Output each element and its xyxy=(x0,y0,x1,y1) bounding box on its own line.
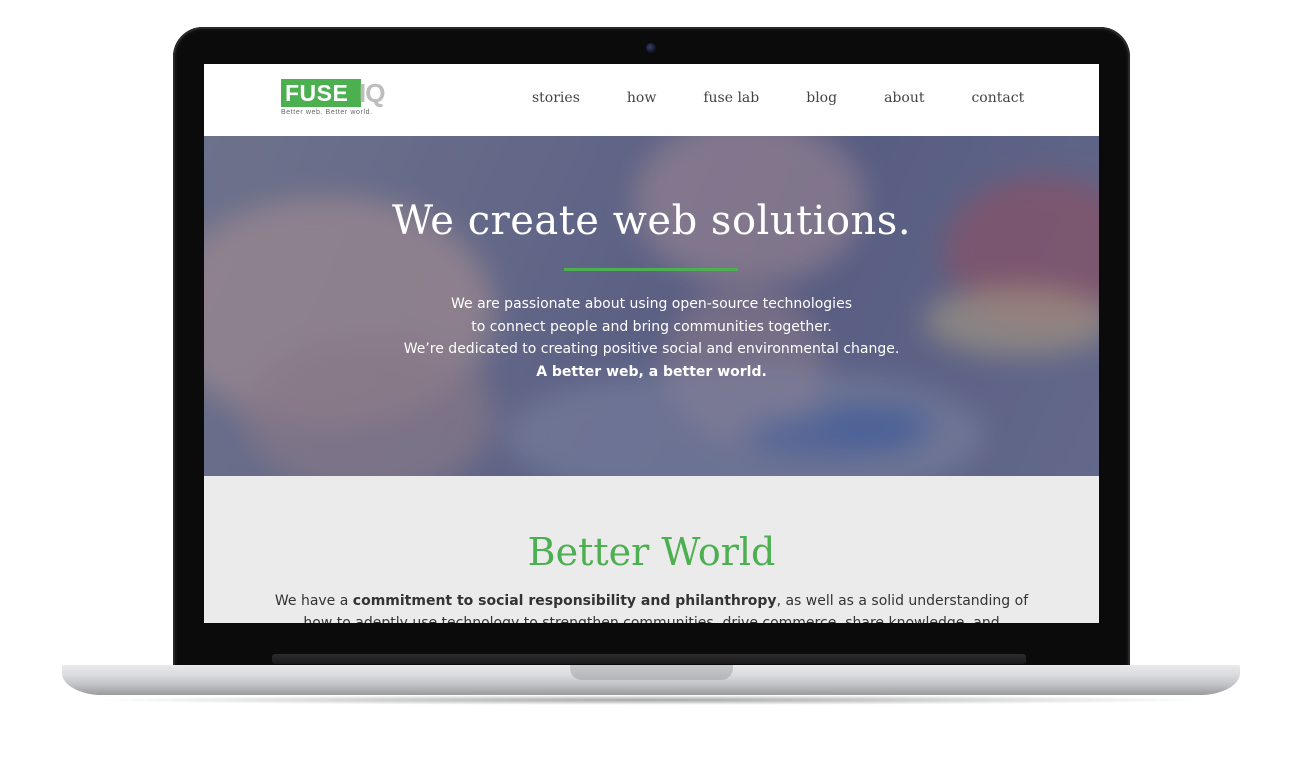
hero-line: to connect people and bring communities … xyxy=(471,318,832,335)
hero-line: We are passionate about using open-sourc… xyxy=(451,296,852,312)
hero-section: We create web solutions. We are passiona… xyxy=(204,136,1099,476)
body-text: We have a xyxy=(274,593,353,609)
section-body-line: We have a commitment to social responsib… xyxy=(204,590,1099,612)
nav-how[interactable]: how xyxy=(627,88,656,108)
logo-wordmark-fuse: FUSE xyxy=(285,80,349,106)
hero-title: We create web solutions. xyxy=(391,198,912,244)
section-body-line: how to adeptly use technology to strengt… xyxy=(303,615,1000,623)
better-world-section: Better World We have a commitment to soc… xyxy=(204,476,1099,623)
laptop-opening-notch xyxy=(570,665,733,680)
nav-stories[interactable]: stories xyxy=(532,88,580,108)
browser-viewport: FUSE IQ Better web. Better world. storie… xyxy=(204,64,1099,623)
body-emphasis: commitment to social responsibility and … xyxy=(352,593,777,609)
main-nav: stories how fuse lab blog about contact xyxy=(532,88,1024,108)
hero-line: We’re dedicated to creating positive soc… xyxy=(403,341,900,357)
logo-wordmark-iq: IQ xyxy=(359,78,385,108)
body-text: , as well as a solid understanding of xyxy=(776,593,1029,609)
nav-fuse-lab[interactable]: fuse lab xyxy=(703,88,759,108)
hero-emphasis: A better web, a better world. xyxy=(536,363,767,380)
hero-divider xyxy=(564,268,738,271)
hero-description: We are passionate about using open-sourc… xyxy=(204,293,1099,383)
laptop-hinge xyxy=(272,654,1026,664)
site-header: FUSE IQ Better web. Better world. storie… xyxy=(204,64,1099,136)
webcam-icon xyxy=(646,43,656,53)
section-title: Better World xyxy=(527,530,776,574)
nav-about[interactable]: about xyxy=(884,88,924,108)
nav-contact[interactable]: contact xyxy=(971,88,1024,108)
nav-blog[interactable]: blog xyxy=(806,88,837,108)
fuseiq-logo[interactable]: FUSE IQ Better web. Better world. xyxy=(281,77,396,121)
logo-tagline: Better web. Better world. xyxy=(281,109,373,116)
section-body: We have a commitment to social responsib… xyxy=(204,590,1099,623)
laptop-shadow xyxy=(86,695,1216,705)
